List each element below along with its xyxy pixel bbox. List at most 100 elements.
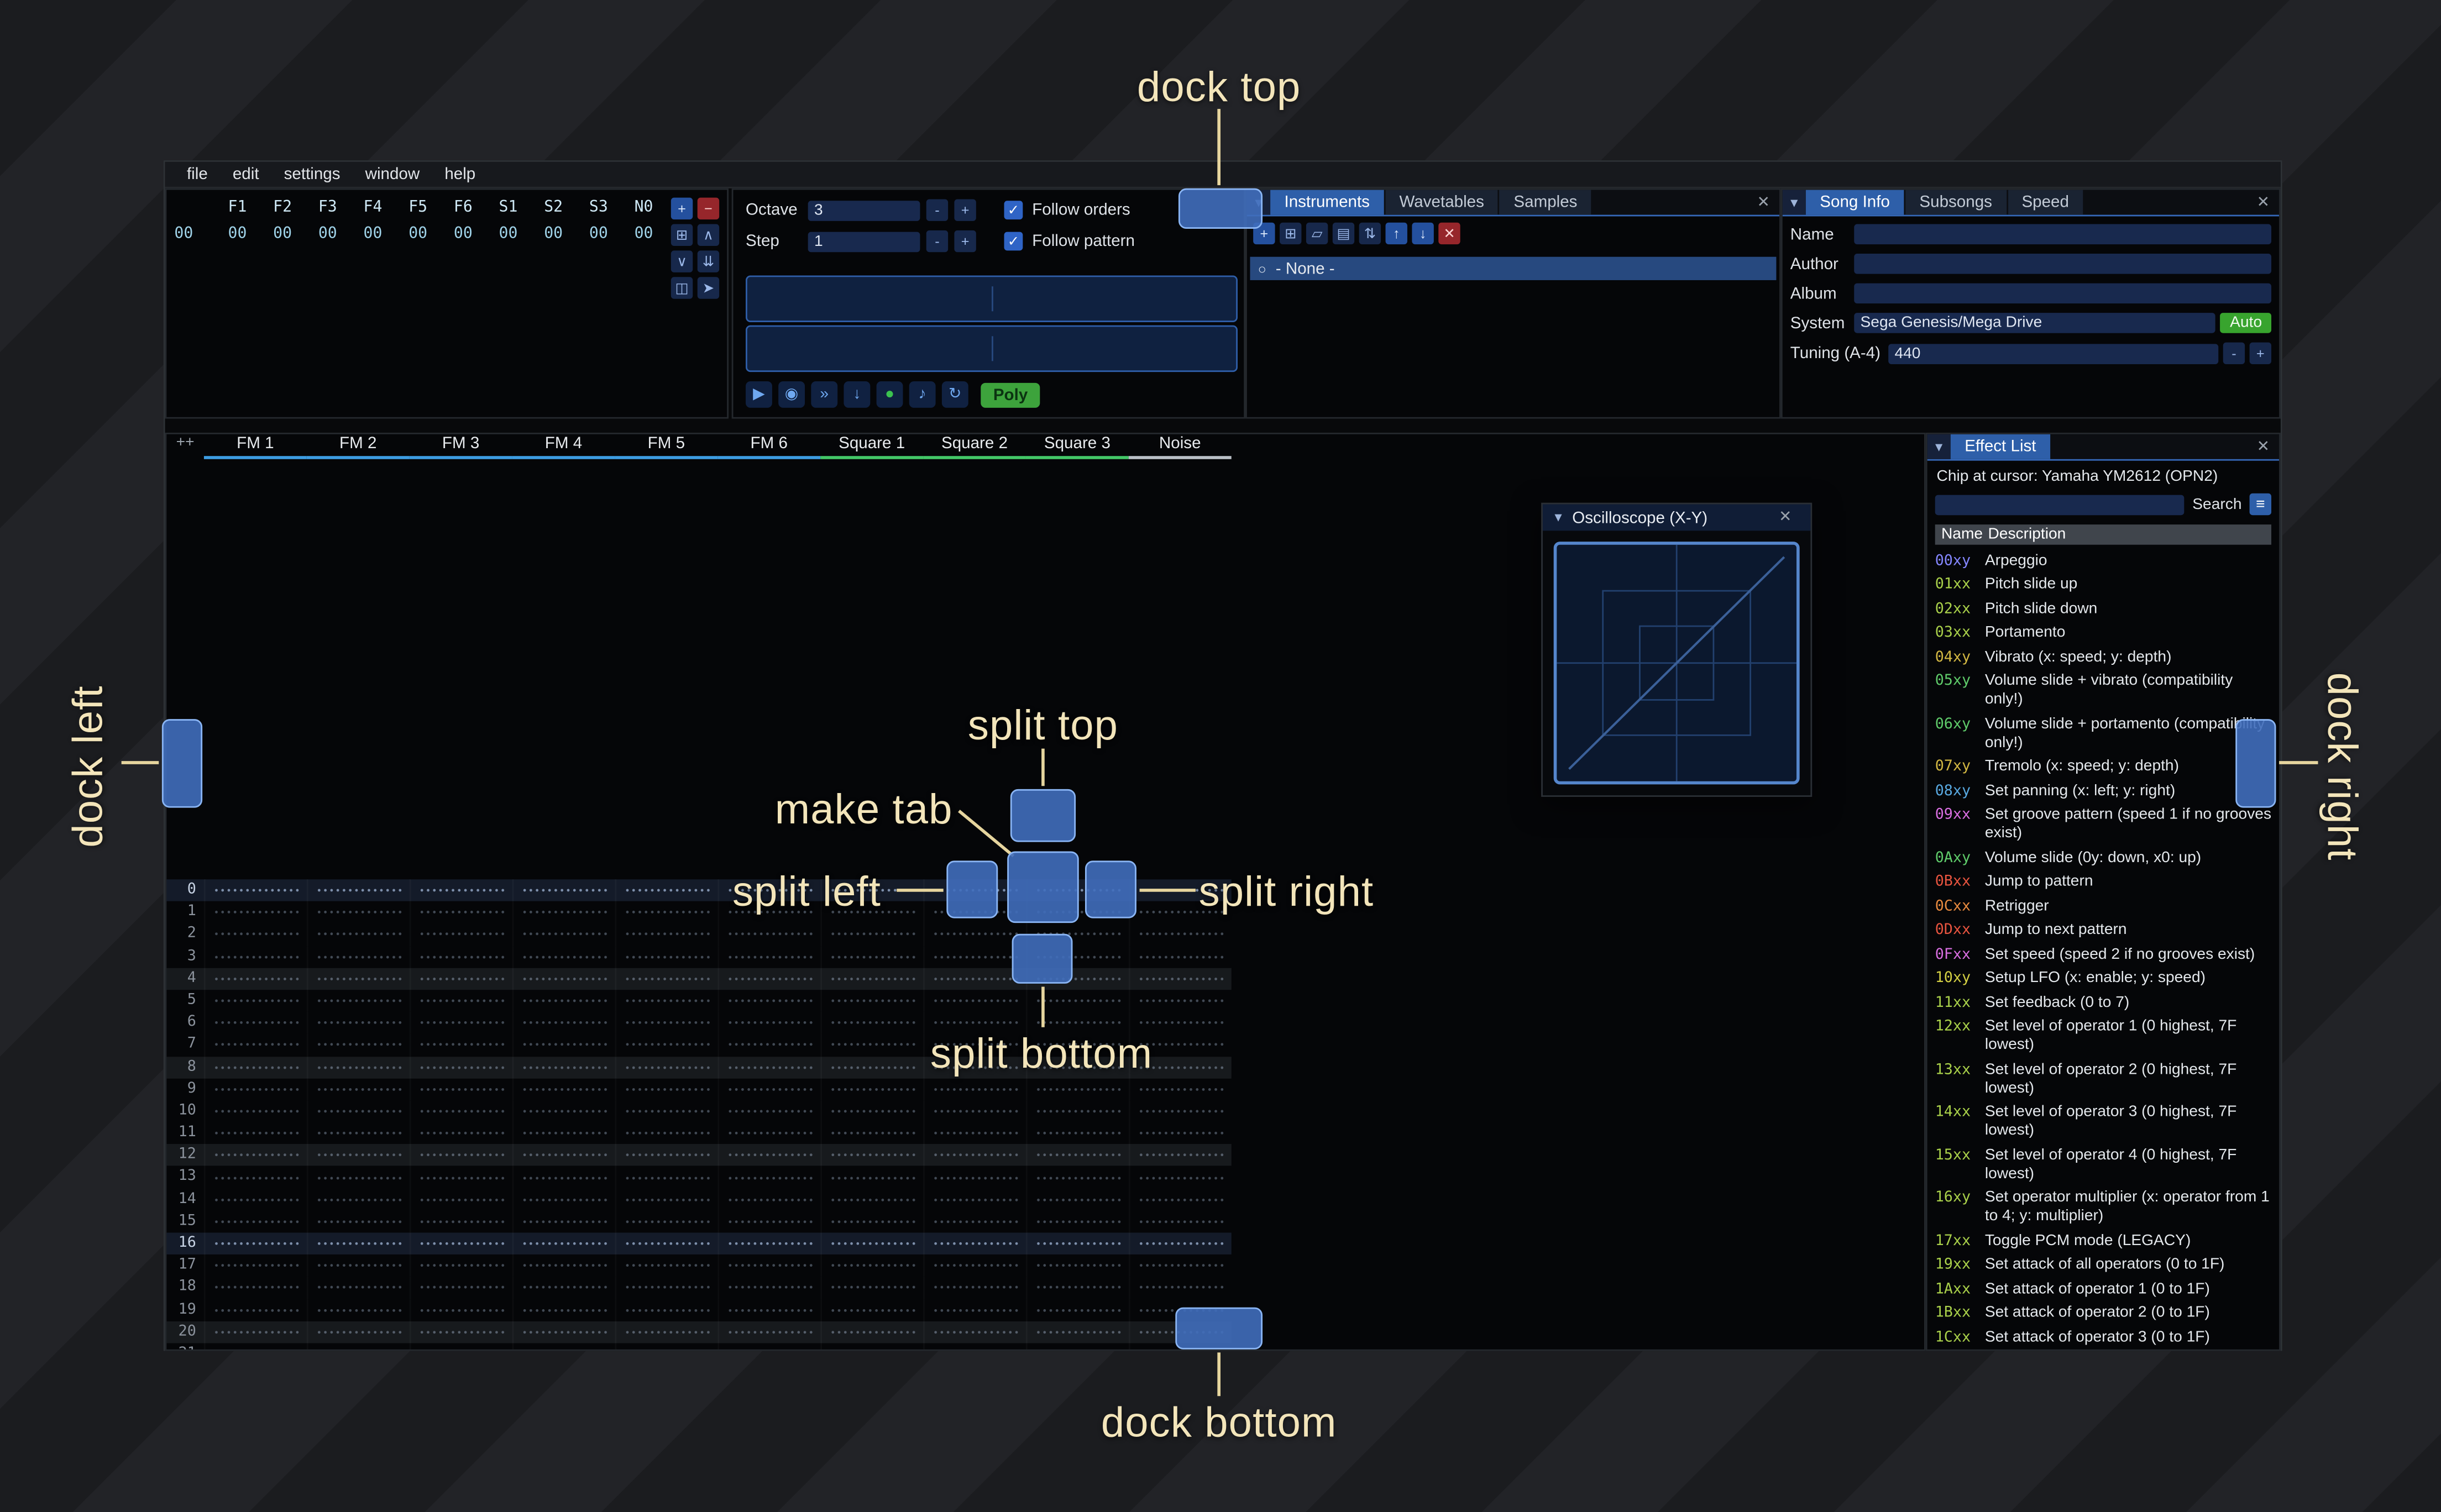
pattern-cell[interactable] — [1129, 1189, 1232, 1211]
pattern-cell[interactable] — [1129, 990, 1232, 1012]
pattern-cell[interactable] — [410, 1254, 512, 1277]
pattern-cell[interactable] — [512, 946, 615, 968]
pattern-cell[interactable] — [204, 990, 307, 1012]
effect-list-row[interactable]: 13xx Set level of operator 2 (0 highest, … — [1935, 1058, 2271, 1101]
pattern-cell[interactable] — [923, 1100, 1026, 1122]
order-cell[interactable]: 00 — [531, 225, 576, 243]
channel-header[interactable]: Square 3 — [1025, 434, 1129, 459]
pattern-cell[interactable] — [512, 1167, 615, 1189]
pattern-cell[interactable] — [615, 1343, 717, 1349]
pattern-cell[interactable] — [307, 1012, 410, 1034]
pattern-cell[interactable] — [307, 1321, 410, 1343]
repeat-pattern-button[interactable]: ↻ — [941, 381, 968, 408]
pattern-cell[interactable] — [410, 1012, 512, 1034]
pattern-cell[interactable] — [615, 1034, 717, 1056]
effect-list-row[interactable]: 06xy Volume slide + portamento (compatibi… — [1935, 713, 2271, 755]
open-instrument-button[interactable]: ▱ — [1306, 222, 1328, 245]
order-row-index[interactable]: 00 — [174, 225, 214, 243]
pattern-cell[interactable] — [717, 1056, 820, 1078]
pattern-cell[interactable] — [410, 1122, 512, 1144]
dock-target-split-bottom[interactable] — [1012, 933, 1073, 984]
pattern-cell[interactable] — [615, 1299, 717, 1321]
tuning-input[interactable] — [1888, 343, 2219, 364]
pattern-cell[interactable] — [717, 1144, 820, 1167]
window-menu-arrow-icon[interactable] — [1927, 434, 1951, 459]
poly-button[interactable]: Poly — [981, 382, 1040, 407]
pattern-cell[interactable] — [512, 1299, 615, 1321]
play-button[interactable]: ▶ — [746, 381, 772, 408]
pattern-cell[interactable] — [204, 1277, 307, 1299]
pattern-cell[interactable] — [1129, 1254, 1232, 1277]
order-channel-header[interactable]: S2 — [531, 199, 576, 216]
channel-header[interactable]: FM 3 — [409, 434, 512, 459]
pattern-cell[interactable] — [717, 923, 820, 946]
order-channel-header[interactable]: F2 — [260, 199, 305, 216]
pattern-cell[interactable] — [307, 1122, 410, 1144]
pattern-cell[interactable] — [615, 1211, 717, 1233]
pattern-cell[interactable] — [717, 1100, 820, 1122]
pattern-cell[interactable] — [204, 1034, 307, 1056]
order-cell[interactable]: 00 — [486, 225, 531, 243]
order-channel-header[interactable]: S1 — [486, 199, 531, 216]
pattern-cell[interactable] — [204, 1144, 307, 1167]
pattern-cell[interactable] — [923, 968, 1026, 990]
effect-list-row[interactable]: 0Dxx Jump to next pattern — [1935, 919, 2271, 943]
pattern-cell[interactable] — [820, 968, 923, 990]
search-options-icon[interactable] — [2249, 493, 2272, 516]
effect-list-row[interactable]: 09xx Set groove pattern (speed 1 if no gr… — [1935, 804, 2271, 847]
pattern-cell[interactable] — [204, 1078, 307, 1100]
pattern-cell[interactable] — [615, 1233, 717, 1255]
pattern-cell[interactable] — [717, 1321, 820, 1343]
channel-header[interactable]: Noise — [1128, 434, 1232, 459]
move-instrument-up-button[interactable]: ↑ — [1385, 222, 1407, 245]
pattern-cell[interactable] — [1129, 1233, 1232, 1255]
octave-input[interactable] — [808, 200, 920, 221]
pattern-cell[interactable] — [204, 1321, 307, 1343]
order-channel-header[interactable]: F3 — [305, 199, 350, 216]
pattern-cell[interactable] — [820, 923, 923, 946]
pattern-cell[interactable] — [615, 1189, 717, 1211]
oscilloscope-title-bar[interactable]: Oscilloscope (X-Y) — [1542, 504, 1811, 531]
pattern-cell[interactable] — [1026, 1277, 1129, 1299]
pattern-cell[interactable] — [717, 990, 820, 1012]
pattern-cell[interactable] — [1026, 1254, 1129, 1277]
pattern-cell[interactable] — [307, 946, 410, 968]
dock-target-make-tab[interactable] — [1007, 851, 1079, 923]
pattern-cell[interactable] — [615, 1100, 717, 1122]
pattern-cell[interactable] — [615, 968, 717, 990]
channel-header[interactable]: FM 1 — [203, 434, 307, 459]
record-button[interactable]: ● — [876, 381, 903, 408]
channel-header[interactable]: FM 5 — [615, 434, 718, 459]
channel-header[interactable]: FM 4 — [512, 434, 615, 459]
effect-list-row[interactable]: 1Cxx Set attack of operator 3 (0 to 1F) — [1935, 1326, 2271, 1350]
effect-list-row[interactable]: 03xx Portamento — [1935, 622, 2271, 646]
auto-detect-button[interactable]: Auto — [2220, 313, 2272, 333]
pattern-cell[interactable] — [820, 1277, 923, 1299]
pattern-cell[interactable] — [512, 1100, 615, 1122]
effect-list-row[interactable]: 15xx Set level of operator 4 (0 highest, … — [1935, 1144, 2271, 1186]
pattern-cell[interactable] — [1129, 1211, 1232, 1233]
pattern-cell[interactable] — [410, 1299, 512, 1321]
menu-item-edit[interactable]: edit — [220, 162, 271, 187]
channel-header[interactable]: Square 1 — [820, 434, 924, 459]
tab-speed[interactable]: Speed — [2008, 190, 2083, 215]
order-channel-header[interactable]: N0 — [621, 199, 667, 216]
pattern-cell[interactable] — [820, 1144, 923, 1167]
pattern-expand-button[interactable]: ++ — [166, 434, 204, 458]
pattern-cell[interactable] — [1026, 1233, 1129, 1255]
pattern-cell[interactable] — [410, 1144, 512, 1167]
channel-header[interactable]: FM 2 — [306, 434, 410, 459]
order-cell[interactable]: 00 — [621, 225, 667, 243]
effect-list-row[interactable]: 1Axx Set attack of operator 1 (0 to 1F) — [1935, 1278, 2271, 1302]
pattern-cell[interactable] — [204, 1254, 307, 1277]
effect-list-row[interactable]: 17xx Toggle PCM mode (LEGACY) — [1935, 1230, 2271, 1254]
pattern-cell[interactable] — [615, 1078, 717, 1100]
pattern-cell[interactable] — [1026, 1100, 1129, 1122]
pattern-cell[interactable] — [923, 1167, 1026, 1189]
pattern-cell[interactable] — [615, 1056, 717, 1078]
pattern-cell[interactable] — [820, 1343, 923, 1349]
pattern-cell[interactable] — [410, 1034, 512, 1056]
channel-header[interactable]: FM 6 — [717, 434, 821, 459]
dock-target-bottom-edge[interactable] — [1175, 1307, 1263, 1350]
pattern-cell[interactable] — [820, 1321, 923, 1343]
